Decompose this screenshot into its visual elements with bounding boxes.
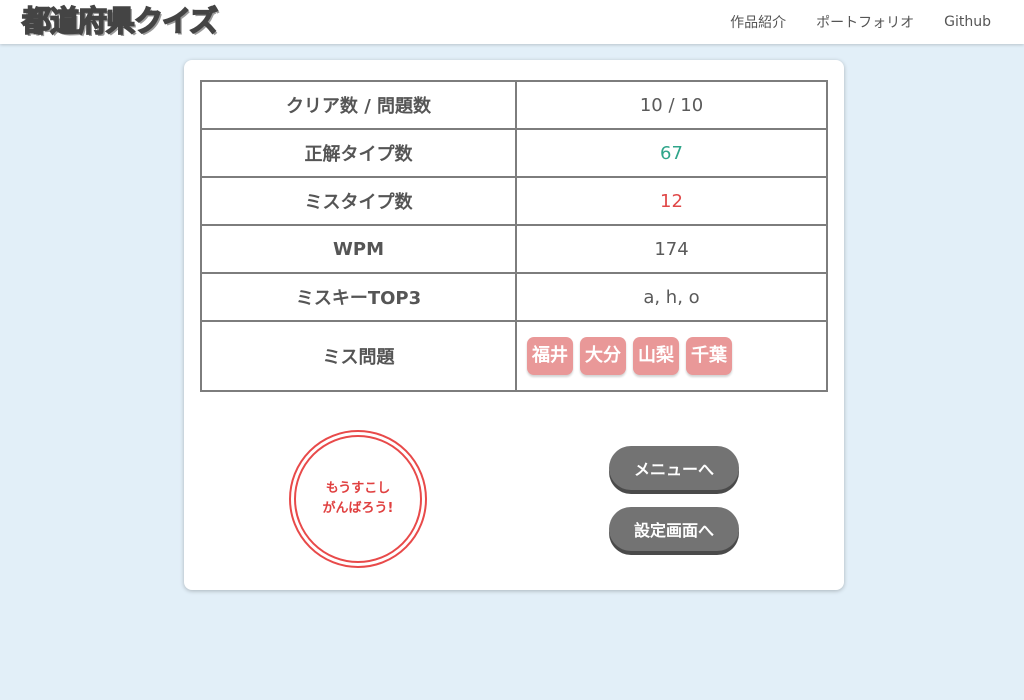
miss-question-chip: 福井 xyxy=(527,337,573,375)
miss-questions-label: ミス問題 xyxy=(200,320,517,392)
wpm-label: WPM xyxy=(200,224,517,274)
table-row: クリア数 / 問題数 10 / 10 xyxy=(200,80,828,130)
site-logo[interactable]: 都道府県クイズ xyxy=(21,2,219,40)
result-card: クリア数 / 問題数 10 / 10 正解タイプ数 67 ミスタイプ数 12 W… xyxy=(184,60,844,590)
top-nav: 作品紹介 ポートフォリオ Github xyxy=(730,0,991,44)
miss-types-value: 12 xyxy=(515,176,828,226)
miss-question-chip: 山梨 xyxy=(633,337,679,375)
wpm-value: 174 xyxy=(515,224,828,274)
evaluation-stamp-inner: もうすこし がんばろう! xyxy=(294,435,422,563)
miss-questions-cell: 福井 大分 山梨 千葉 xyxy=(515,320,828,392)
clear-count-label: クリア数 / 問題数 xyxy=(200,80,517,130)
nav-link-works[interactable]: 作品紹介 xyxy=(730,12,786,32)
logo-text-2: 府県クイズ xyxy=(77,3,219,39)
miss-question-chip: 千葉 xyxy=(686,337,732,375)
miss-types-label: ミスタイプ数 xyxy=(200,176,517,226)
settings-button[interactable]: 設定画面へ xyxy=(609,507,739,551)
menu-button[interactable]: メニューへ xyxy=(609,446,739,490)
nav-link-portfolio[interactable]: ポートフォリオ xyxy=(816,12,914,32)
correct-types-label: 正解タイプ数 xyxy=(200,128,517,178)
table-row: WPM 174 xyxy=(200,224,828,274)
table-row: ミス問題 福井 大分 山梨 千葉 xyxy=(200,320,828,392)
evaluation-stamp: もうすこし がんばろう! xyxy=(289,430,427,568)
result-table: クリア数 / 問題数 10 / 10 正解タイプ数 67 ミスタイプ数 12 W… xyxy=(200,80,828,392)
nav-link-github[interactable]: Github xyxy=(944,14,991,30)
logo-text-accent: 道 xyxy=(49,3,80,39)
table-row: ミスキーTOP3 a, h, o xyxy=(200,272,828,322)
miss-keys-value: a, h, o xyxy=(515,272,828,322)
miss-question-chip: 大分 xyxy=(580,337,626,375)
clear-count-value: 10 / 10 xyxy=(515,80,828,130)
table-row: ミスタイプ数 12 xyxy=(200,176,828,226)
header: 都道府県クイズ 作品紹介 ポートフォリオ Github xyxy=(0,0,1024,44)
table-row: 正解タイプ数 67 xyxy=(200,128,828,178)
stamp-text-line1: もうすこし xyxy=(325,481,391,496)
correct-types-value: 67 xyxy=(515,128,828,178)
miss-keys-label: ミスキーTOP3 xyxy=(200,272,517,322)
logo-text-1: 都 xyxy=(21,3,52,39)
stamp-text-line2: がんばろう! xyxy=(322,501,394,516)
